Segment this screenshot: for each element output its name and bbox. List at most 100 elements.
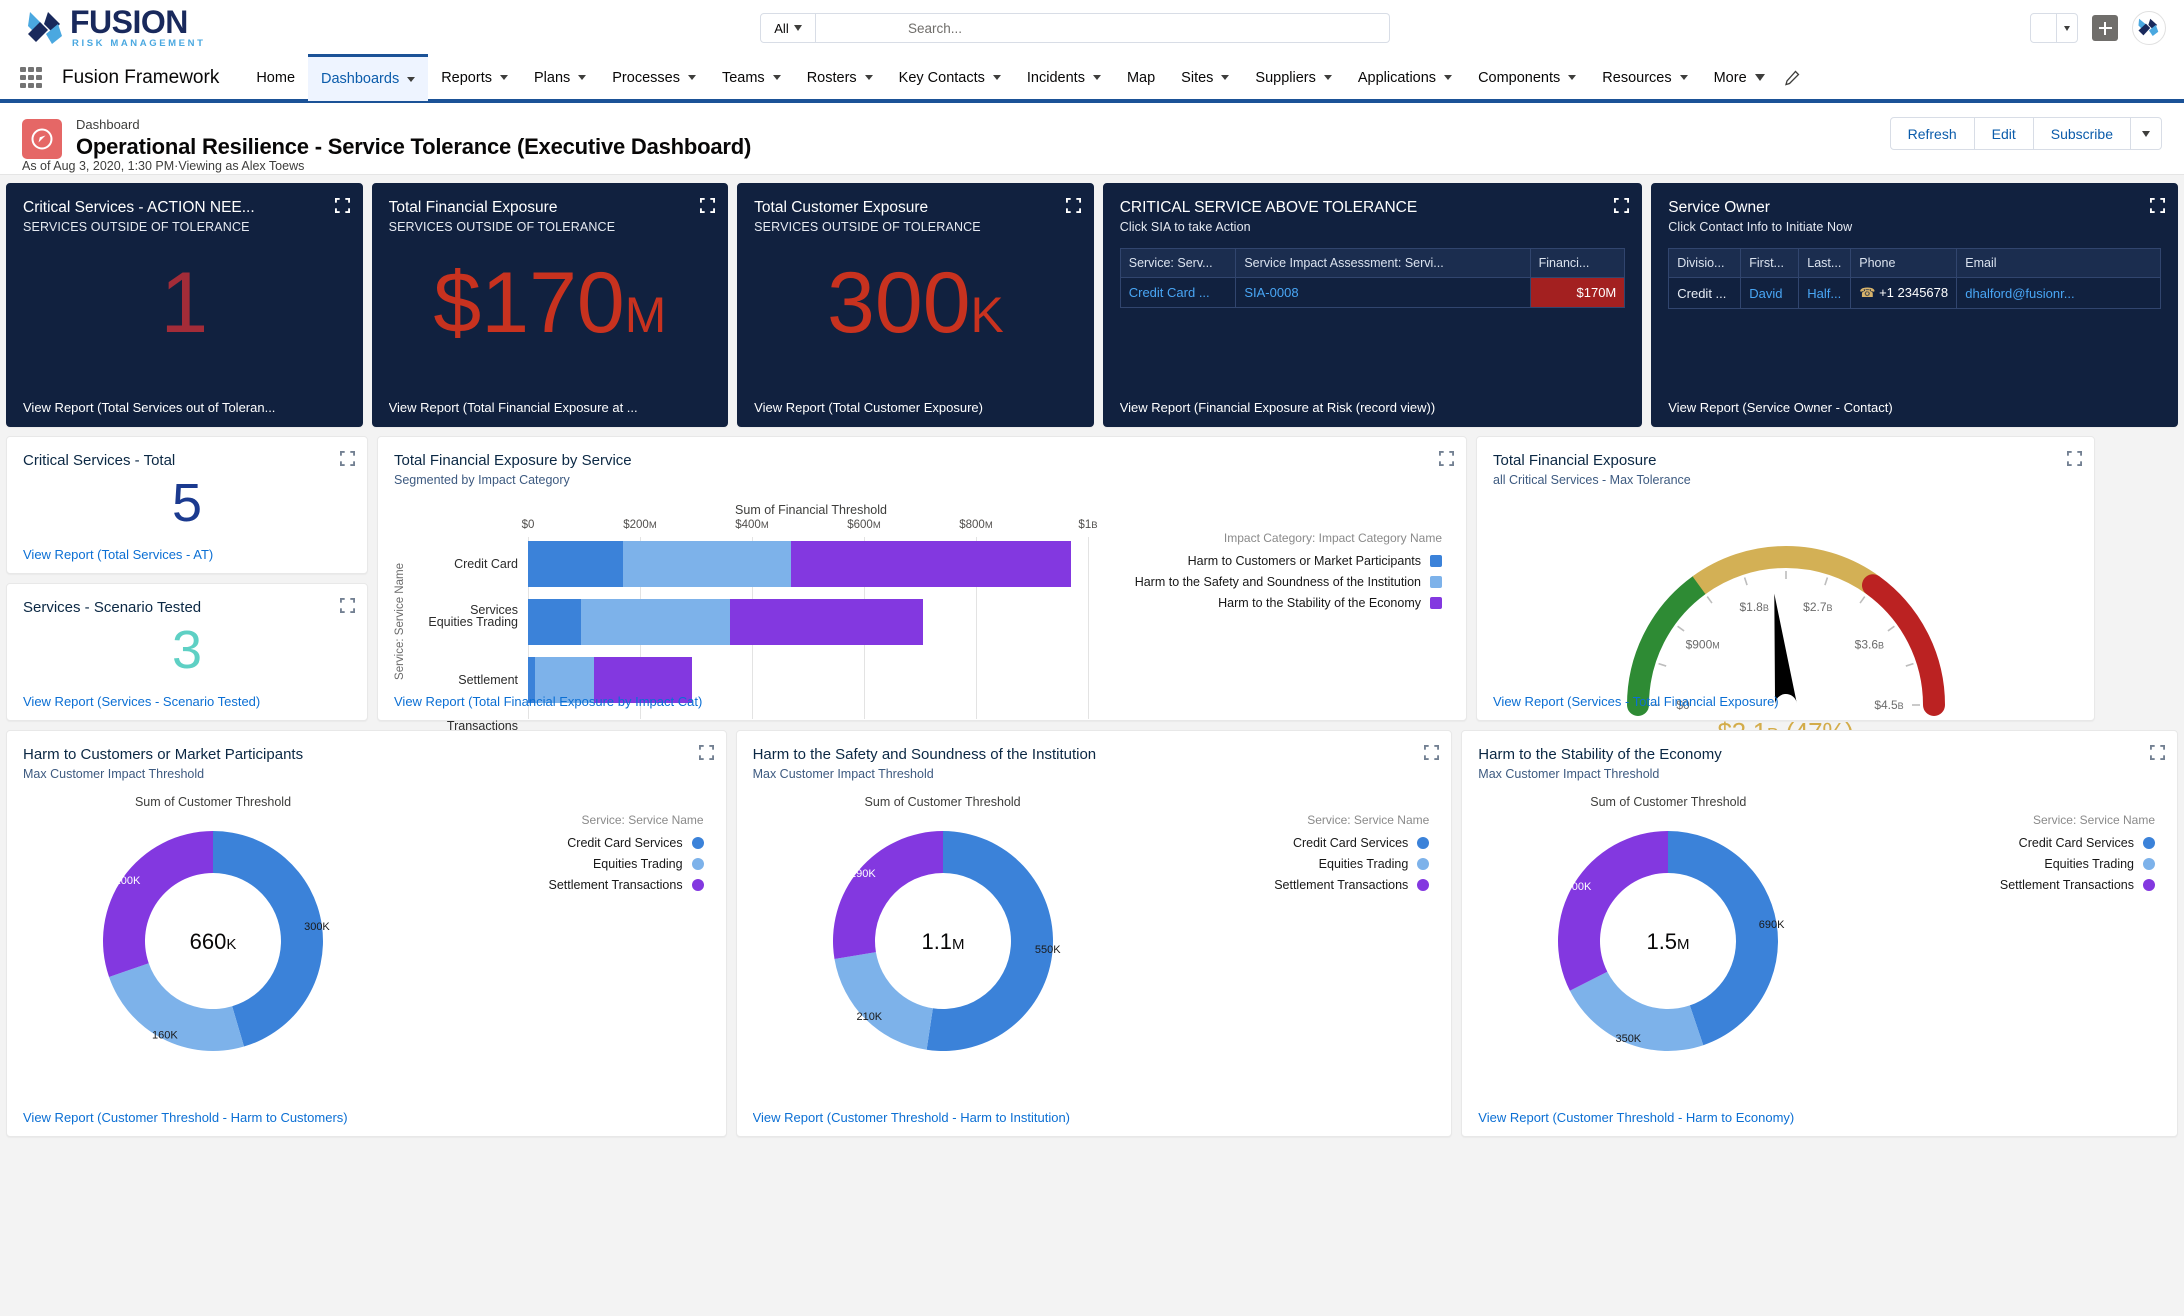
- nav-item-teams[interactable]: Teams: [709, 54, 794, 101]
- expand-icon[interactable]: [1065, 198, 1081, 213]
- legend-item[interactable]: Harm to the Safety and Soundness of the …: [1094, 575, 1442, 589]
- donut-slice[interactable]: [1558, 831, 1669, 991]
- cell-service[interactable]: Credit Card ...: [1119, 277, 1237, 308]
- column-header-service[interactable]: Service: Serv...: [1119, 248, 1237, 278]
- cell-last-name[interactable]: Half...: [1798, 277, 1852, 309]
- column-header-last[interactable]: Last...: [1798, 248, 1852, 278]
- column-header-sia[interactable]: Service Impact Assessment: Servi...: [1235, 248, 1531, 278]
- expand-icon[interactable]: [340, 451, 355, 466]
- nav-item-suppliers[interactable]: Suppliers: [1242, 54, 1344, 101]
- nav-item-components[interactable]: Components: [1465, 54, 1589, 101]
- view-report-link[interactable]: View Report (Total Customer Exposure): [754, 400, 1079, 415]
- nav-item-dashboards[interactable]: Dashboards: [308, 54, 429, 101]
- subscribe-button[interactable]: Subscribe: [2032, 117, 2131, 150]
- cell-division: Credit ...: [1668, 277, 1742, 309]
- bar-segment[interactable]: [791, 541, 1072, 587]
- chevron-down-icon: [2064, 25, 2070, 31]
- donut-slice[interactable]: [103, 831, 213, 977]
- view-report-link[interactable]: View Report (Total Financial Exposure at…: [389, 400, 714, 415]
- cell-first-name[interactable]: David: [1740, 277, 1800, 309]
- favorites-caret[interactable]: [2057, 14, 2077, 42]
- nav-item-key-contacts[interactable]: Key Contacts: [886, 54, 1014, 101]
- bar-segment[interactable]: [528, 599, 582, 645]
- nav-item-resources[interactable]: Resources: [1589, 54, 1700, 101]
- legend-item[interactable]: Equities Trading: [1858, 857, 2155, 871]
- cell-email[interactable]: dhalford@fusionr...: [1956, 277, 2161, 309]
- search-input[interactable]: [816, 13, 1390, 43]
- expand-icon[interactable]: [2150, 745, 2165, 760]
- refresh-button[interactable]: Refresh: [1889, 117, 1975, 150]
- edit-nav-pencil-icon[interactable]: [1784, 70, 1800, 86]
- view-report-link[interactable]: View Report (Financial Exposure at Risk …: [1120, 400, 1628, 415]
- fusion-logo[interactable]: FUSION RISK MANAGEMENT: [0, 6, 240, 50]
- app-name[interactable]: Fusion Framework: [62, 67, 219, 89]
- chevron-down-icon: [864, 75, 873, 80]
- table-row[interactable]: Credit Card ... SIA-0008 $170M: [1119, 277, 1626, 308]
- expand-icon[interactable]: [1614, 198, 1630, 213]
- column-header-financial[interactable]: Financi...: [1529, 248, 1626, 278]
- app-launcher-icon[interactable]: [14, 61, 48, 95]
- gauge-card: Total Financial Exposure all Critical Se…: [1476, 436, 2095, 747]
- column-header-division[interactable]: Divisio...: [1668, 248, 1742, 278]
- legend-item[interactable]: Equities Trading: [403, 857, 704, 871]
- legend-item[interactable]: Settlement Transactions: [403, 878, 704, 892]
- bar-segment[interactable]: [623, 541, 792, 587]
- favorites-selector[interactable]: [2030, 13, 2078, 43]
- legend-item[interactable]: Harm to the Stability of the Economy: [1094, 596, 1442, 610]
- donut-center-value: 1.5: [1647, 929, 1678, 954]
- bar-segment[interactable]: [581, 599, 730, 645]
- expand-icon[interactable]: [340, 598, 355, 613]
- legend-item[interactable]: Harm to Customers or Market Participants: [1094, 554, 1442, 568]
- edit-button[interactable]: Edit: [1973, 117, 2034, 150]
- nav-item-applications[interactable]: Applications: [1345, 54, 1465, 101]
- view-report-link[interactable]: View Report (Customer Threshold - Harm t…: [23, 1110, 712, 1125]
- legend-item[interactable]: Settlement Transactions: [1858, 878, 2155, 892]
- donut-slice[interactable]: [834, 952, 933, 1050]
- expand-icon[interactable]: [334, 198, 350, 213]
- nav-item-sites[interactable]: Sites: [1168, 54, 1242, 101]
- nav-item-rosters[interactable]: Rosters: [794, 54, 886, 101]
- avatar[interactable]: [2132, 11, 2166, 45]
- table-row[interactable]: Credit ... David Half... ☎ +1 2345678 dh…: [1668, 277, 2161, 309]
- cell-sia[interactable]: SIA-0008: [1235, 277, 1531, 308]
- expand-icon[interactable]: [1424, 745, 1440, 760]
- legend-item[interactable]: Credit Card Services: [1133, 836, 1430, 850]
- nav-item-home[interactable]: Home: [243, 54, 308, 101]
- expand-icon[interactable]: [1439, 451, 1454, 466]
- expand-icon[interactable]: [700, 198, 716, 213]
- view-report-link[interactable]: View Report (Service Owner - Contact): [1668, 400, 2163, 415]
- nav-item-map[interactable]: Map: [1114, 54, 1168, 101]
- nav-item-processes[interactable]: Processes: [599, 54, 709, 101]
- view-report-link[interactable]: View Report (Services - Scenario Tested): [23, 694, 353, 709]
- donut-plot-area: Sum of Customer Threshold 300K 160K 200K 6…: [23, 795, 403, 1076]
- column-header-email[interactable]: Email: [1956, 248, 2161, 278]
- expand-icon[interactable]: [2149, 198, 2165, 213]
- add-favorite-button[interactable]: [2092, 15, 2118, 41]
- nav-item-plans[interactable]: Plans: [521, 54, 599, 101]
- view-report-link[interactable]: View Report (Total Services out of Toler…: [23, 400, 348, 415]
- legend-item[interactable]: Credit Card Services: [403, 836, 704, 850]
- search-scope-selector[interactable]: All: [760, 13, 816, 43]
- column-header-phone[interactable]: Phone: [1850, 248, 1958, 278]
- legend-item[interactable]: Equities Trading: [1133, 857, 1430, 871]
- legend-item[interactable]: Settlement Transactions: [1133, 878, 1430, 892]
- nav-item-reports[interactable]: Reports: [428, 54, 521, 101]
- view-report-link[interactable]: View Report (Total Services - AT): [23, 547, 353, 562]
- view-report-link[interactable]: View Report (Services - Total Financial …: [1493, 694, 2080, 709]
- cell-phone[interactable]: ☎ +1 2345678: [1850, 277, 1958, 309]
- more-actions-button[interactable]: [2130, 117, 2162, 150]
- critical-service-above-tolerance-card: CRITICAL SERVICE ABOVE TOLERANCE Click S…: [1102, 183, 1643, 427]
- view-report-link[interactable]: View Report (Total Financial Exposure by…: [394, 694, 1452, 709]
- bar-segment[interactable]: [528, 541, 624, 587]
- expand-icon[interactable]: [2067, 451, 2082, 466]
- bar-segment[interactable]: [729, 599, 923, 645]
- nav-item-incidents[interactable]: Incidents: [1014, 54, 1114, 101]
- nav-item-more[interactable]: More: [1701, 54, 1778, 101]
- kpi-card-1: Total Financial Exposure SERVICES OUTSID…: [371, 183, 729, 427]
- column-header-first[interactable]: First...: [1740, 248, 1800, 278]
- view-report-link[interactable]: View Report (Customer Threshold - Harm t…: [1478, 1110, 2163, 1125]
- legend-item[interactable]: Credit Card Services: [1858, 836, 2155, 850]
- view-report-link[interactable]: View Report (Customer Threshold - Harm t…: [753, 1110, 1438, 1125]
- expand-icon[interactable]: [698, 745, 714, 760]
- dashboard-icon: [22, 118, 62, 159]
